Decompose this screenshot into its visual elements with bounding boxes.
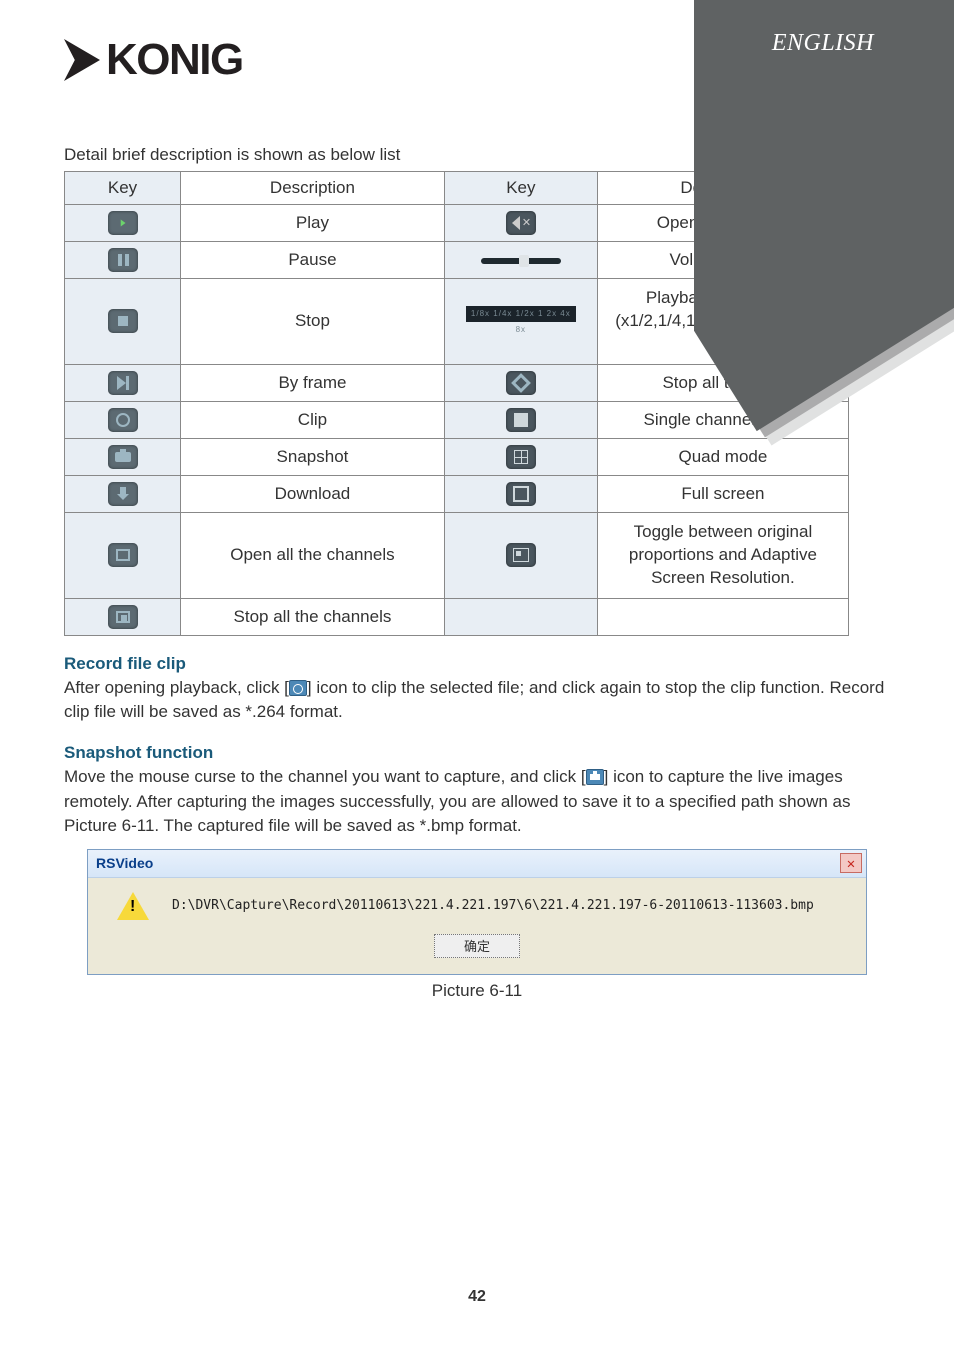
dialog-title: RSVideo [96, 855, 153, 871]
key-description-table: Key Description Key Description Play ✕ O… [64, 171, 849, 636]
record-clip-paragraph: After opening playback, click [] icon to… [64, 676, 890, 725]
cell-desc: Single channel mode [597, 401, 848, 438]
fullscreen-icon [506, 482, 536, 506]
stop-icon [108, 309, 138, 333]
logo-text: KONIG [106, 35, 243, 85]
dialog-close-button[interactable]: ✕ [840, 853, 862, 873]
brand-logo: KONIG [64, 35, 890, 85]
volume-slider-icon [481, 258, 561, 264]
snapshot-paragraph: Move the mouse curse to the channel you … [64, 765, 890, 839]
warning-icon: ! [118, 892, 148, 920]
pause-icon [108, 248, 138, 272]
cell-desc: By frame [181, 364, 445, 401]
cell-desc: Toggle between original proportions and … [597, 512, 848, 598]
cell-desc: Playback control bar(x1/2,1/4,1/8, norma… [597, 279, 848, 365]
inline-snapshot-icon [586, 769, 604, 785]
th-key-2: Key [444, 172, 597, 205]
cell-desc: Download [181, 475, 445, 512]
cell-desc: Play [181, 205, 445, 242]
page-number: 42 [0, 1288, 954, 1306]
speed-bar-icon: 1/8x 1/4x 1/2x 1 2x 4x 8x [466, 306, 576, 322]
dialog-ok-button[interactable]: 确定 [434, 934, 520, 958]
single-mode-icon [506, 408, 536, 432]
cell-desc: Open all the channels [181, 512, 445, 598]
logo-mark-icon [64, 39, 100, 81]
stop-all-channels-icon [108, 605, 138, 629]
cell-desc: Volume adjust [597, 242, 848, 279]
toggle-proportion-icon [506, 543, 536, 567]
inline-clip-icon [289, 680, 307, 696]
cell-desc: Stop all the play [597, 364, 848, 401]
th-desc-1: Description [181, 172, 445, 205]
play-icon [108, 211, 138, 235]
clip-icon [108, 408, 138, 432]
cell-desc: Pause [181, 242, 445, 279]
cell-desc: Open/close audio [597, 205, 848, 242]
stop-all-play-icon [506, 371, 536, 395]
language-label: ENGLISH [772, 30, 874, 57]
snapshot-heading: Snapshot function [64, 743, 890, 763]
figure-caption: Picture 6-11 [64, 981, 890, 1001]
cell-desc: Full screen [597, 475, 848, 512]
quad-mode-icon [506, 445, 536, 469]
cell-desc: Stop all the channels [181, 598, 445, 635]
rsvideo-dialog: RSVideo ✕ ! D:\DVR\Capture\Record\201106… [87, 849, 867, 975]
mute-icon: ✕ [506, 211, 536, 235]
dialog-path-text: D:\DVR\Capture\Record\20110613\221.4.221… [172, 898, 814, 913]
download-icon [108, 482, 138, 506]
frame-icon [108, 371, 138, 395]
snapshot-text-before: Move the mouse curse to the channel you … [64, 767, 586, 786]
record-clip-text-before: After opening playback, click [ [64, 678, 289, 697]
snapshot-icon [108, 445, 138, 469]
cell-desc: Clip [181, 401, 445, 438]
cell-desc: Stop [181, 279, 445, 365]
intro-line: Detail brief description is shown as bel… [64, 145, 890, 165]
cell-desc: Quad mode [597, 438, 848, 475]
cell-desc: Snapshot [181, 438, 445, 475]
open-all-icon [108, 543, 138, 567]
record-clip-heading: Record file clip [64, 654, 890, 674]
th-key-1: Key [65, 172, 181, 205]
th-desc-2: Description [597, 172, 848, 205]
